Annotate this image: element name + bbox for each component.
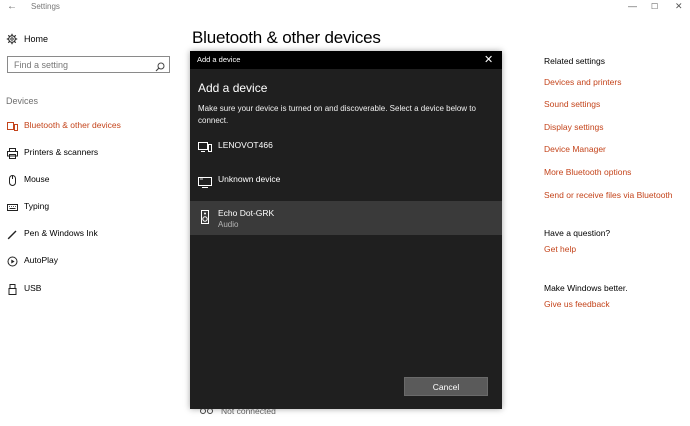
sidebar-item-bluetooth[interactable]: Bluetooth & other devices [0, 115, 180, 135]
feedback-heading: Make Windows better. [544, 283, 628, 293]
title-bar: ← Settings — ☐ ✕ [0, 0, 690, 14]
link-device-manager[interactable]: Device Manager [544, 144, 606, 154]
sidebar-item-label: Mouse [24, 174, 50, 184]
link-display-settings[interactable]: Display settings [544, 122, 604, 132]
device-type: Audio [218, 220, 239, 229]
sidebar-item-label: USB [24, 283, 42, 293]
sidebar-item-usb[interactable]: USB [0, 278, 180, 298]
device-name: Unknown device [218, 174, 281, 184]
device-row-echo-dot[interactable]: Echo Dot-GRK Audio [190, 201, 502, 235]
link-send-receive-bluetooth[interactable]: Send or receive files via Bluetooth [544, 190, 673, 200]
add-device-dialog: Add a device ✕ Add a device Make sure yo… [190, 51, 502, 409]
search-input[interactable]: Find a setting [7, 56, 170, 73]
dialog-title-bar: Add a device ✕ [190, 51, 502, 69]
page-title: Bluetooth & other devices [192, 28, 381, 47]
device-name: Echo Dot-GRK [218, 208, 275, 218]
back-arrow-icon[interactable]: ← [7, 1, 17, 12]
sidebar-item-label: Typing [24, 201, 50, 211]
dialog-description: Make sure your device is turned on and d… [198, 104, 476, 125]
pc-icon [198, 140, 212, 154]
question-heading: Have a question? [544, 228, 611, 238]
keyboard-icon [7, 200, 18, 211]
sidebar-item-label: Bluetooth & other devices [24, 120, 121, 130]
sidebar-item-pen[interactable]: Pen & Windows Ink [0, 223, 180, 243]
bluetooth-devices-icon [7, 119, 18, 131]
maximize-icon[interactable]: ☐ [651, 2, 658, 11]
link-give-feedback[interactable]: Give us feedback [544, 299, 610, 309]
close-icon[interactable]: ✕ [675, 1, 683, 12]
search-icon[interactable] [155, 59, 165, 72]
gear-icon[interactable] [6, 32, 18, 45]
link-get-help[interactable]: Get help [544, 244, 576, 254]
usb-icon [7, 282, 18, 295]
link-more-bluetooth-options[interactable]: More Bluetooth options [544, 167, 631, 177]
link-devices-and-printers[interactable]: Devices and printers [544, 77, 621, 87]
minimize-icon[interactable]: — [628, 1, 637, 11]
home-link[interactable]: Home [24, 34, 48, 44]
dialog-title: Add a device [197, 55, 241, 64]
sidebar-item-label: Pen & Windows Ink [24, 228, 98, 238]
sidebar [0, 14, 185, 426]
device-row-unknown[interactable]: Unknown device [190, 164, 502, 198]
device-row-lenovot466[interactable]: LENOVOT466 [190, 130, 502, 164]
mouse-icon [7, 173, 18, 186]
dialog-heading: Add a device [198, 81, 268, 95]
related-settings-heading: Related settings [544, 56, 605, 66]
sidebar-item-mouse[interactable]: Mouse [0, 169, 180, 189]
sidebar-item-label: AutoPlay [24, 255, 59, 265]
sidebar-item-label: Printers & scanners [24, 147, 99, 157]
pen-icon [7, 227, 18, 240]
search-placeholder: Find a setting [14, 60, 69, 70]
device-name: LENOVOT466 [218, 140, 273, 150]
autoplay-icon [7, 254, 18, 267]
sidebar-item-typing[interactable]: Typing [0, 196, 180, 216]
display-icon [198, 175, 212, 189]
printer-icon [7, 146, 18, 159]
app-title: Settings [31, 2, 60, 11]
sidebar-item-autoplay[interactable]: AutoPlay [0, 250, 180, 270]
cancel-button[interactable]: Cancel [404, 377, 488, 396]
section-label-devices: Devices [6, 96, 39, 106]
speaker-icon [198, 210, 212, 224]
link-sound-settings[interactable]: Sound settings [544, 99, 600, 109]
close-icon[interactable]: ✕ [484, 53, 493, 66]
sidebar-item-printers[interactable]: Printers & scanners [0, 142, 180, 162]
